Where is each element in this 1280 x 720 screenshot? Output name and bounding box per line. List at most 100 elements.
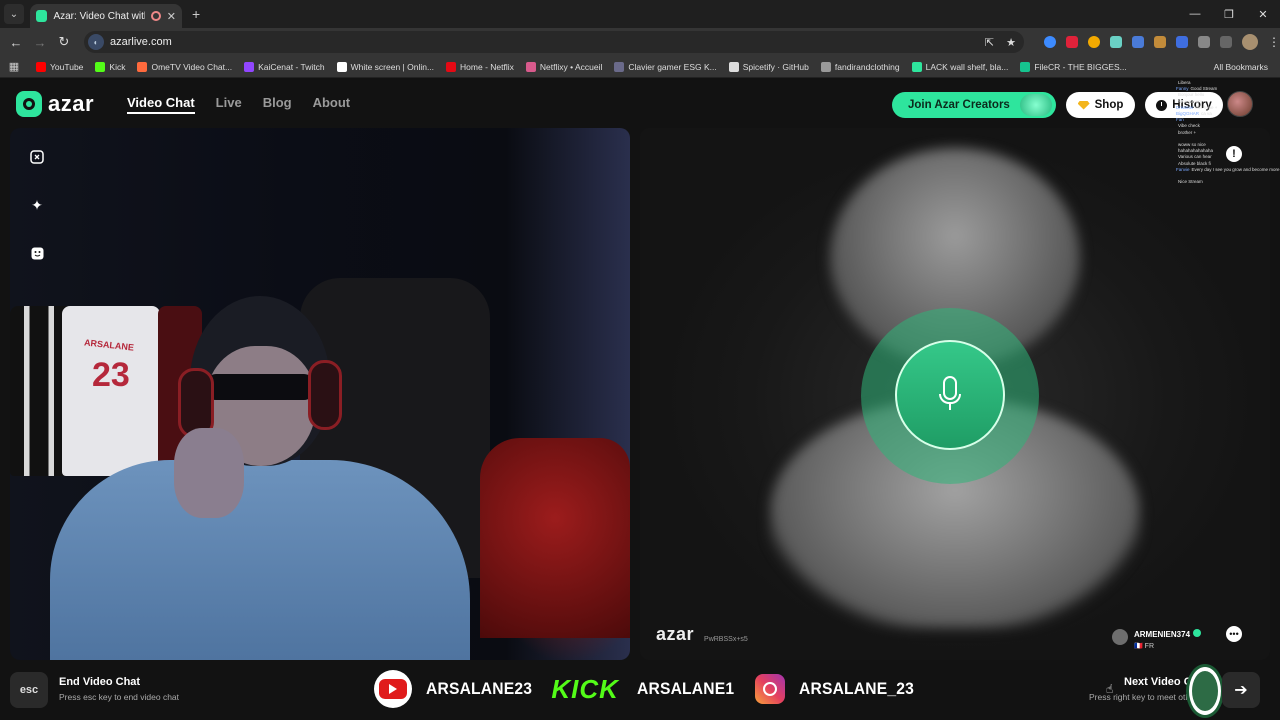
tab-search-icon[interactable]: ⌄ (4, 4, 24, 24)
end-chat-title: End Video Chat (59, 676, 141, 688)
translate-icon[interactable] (1132, 36, 1144, 48)
bookmark-item[interactable]: Netflixy • Accueil (525, 61, 603, 72)
bookmark-label: Netflixy • Accueil (539, 61, 603, 72)
bookmark-item[interactable]: Spicetify · GitHub (728, 61, 809, 72)
extensions-puzzle-icon[interactable] (1198, 36, 1210, 48)
back-arrow-icon[interactable]: ← (4, 35, 28, 50)
azar-site: azar Video Chat Live Blog About Join Aza… (0, 80, 1280, 720)
browser-tab-bar: ⌄ Azar: Video Chat with New ✕ + — ❐ ✕ (0, 0, 1280, 28)
bottom-control-bar: esc End Video Chat Press esc key to end … (0, 660, 1280, 720)
shop-button[interactable]: Shop (1066, 92, 1135, 118)
nav-blog[interactable]: Blog (263, 95, 292, 114)
bookmark-favicon-icon (614, 61, 625, 72)
join-creators-button[interactable]: Join Azar Creators (892, 92, 1056, 118)
bookmark-label: FileCR - THE BIGGES... (1034, 61, 1127, 72)
shop-label: Shop (1094, 99, 1124, 111)
bookmark-favicon-icon (728, 61, 739, 72)
watermark-logo: azar (656, 624, 695, 644)
profile-avatar[interactable] (1242, 34, 1258, 50)
peer-info[interactable]: ARMENIEN374 🇫🇷 FR (1112, 624, 1202, 650)
face-mask-icon[interactable] (28, 244, 46, 262)
bookmark-label: KaiCenat - Twitch (258, 61, 325, 72)
bookmark-favicon-icon (36, 61, 46, 72)
new-tab-button[interactable]: + (192, 6, 200, 22)
streamer-socials: ARSALANE23 KICK ARSALANE1 ARSALANE_23 (374, 670, 924, 708)
bookmark-item[interactable]: LACK wall shelf, bla... (911, 61, 1008, 72)
bookmark-favicon-icon (244, 61, 255, 72)
restore-icon[interactable]: ❐ (1212, 0, 1246, 28)
nav-live[interactable]: Live (216, 95, 242, 114)
extension-icon[interactable] (1066, 36, 1078, 48)
next-chat-button[interactable]: ➔ (1222, 672, 1260, 708)
youtube-icon (374, 670, 412, 708)
site-header: azar Video Chat Live Blog About Join Aza… (0, 80, 1280, 128)
stream-chat-message: Nice Stream (1178, 179, 1203, 185)
person-hoodie (50, 460, 470, 660)
bookmarks-bar: ▦ YouTube Kick OmeTV Video Chat... KaiCenat… (0, 56, 1280, 78)
nav-about[interactable]: About (313, 95, 351, 114)
kick-handle: ARSALANE1 (637, 679, 735, 698)
forward-arrow-icon[interactable]: → (28, 35, 52, 50)
azar-watermark: azar PwRBSSx+s5 (656, 624, 748, 645)
extension-icon[interactable] (1176, 36, 1188, 48)
bookmark-item[interactable]: KaiCenat - Twitch (244, 61, 325, 72)
microphone-icon (936, 376, 964, 414)
extension-icon[interactable] (1154, 36, 1166, 48)
bookmark-favicon-icon (1020, 61, 1031, 72)
nav-video-chat[interactable]: Video Chat (127, 95, 195, 114)
install-app-icon[interactable]: ⇱ (985, 36, 994, 49)
end-chat-button[interactable]: esc (10, 672, 48, 708)
bookmark-item[interactable]: White screen | Onlin... (336, 61, 435, 72)
sunglasses (206, 374, 314, 400)
red-blanket (480, 438, 630, 638)
bookmark-favicon-icon (336, 61, 347, 72)
bookmark-favicon-icon (911, 61, 922, 72)
apps-grid-icon[interactable]: ▦ (4, 60, 24, 73)
browser-menu-icon[interactable]: ⋮ (1268, 35, 1280, 49)
verified-icon (1193, 629, 1202, 637)
azar-logo[interactable]: azar (16, 91, 94, 117)
omnibox[interactable]: ◐ azarlive.com ⇱ ★ (84, 31, 1024, 53)
reload-icon[interactable]: ↻ (52, 34, 76, 50)
extension-icon[interactable] (1088, 36, 1100, 48)
person-hand (174, 428, 244, 518)
azar-chat-bubble-icon (16, 91, 42, 117)
microphone-button[interactable] (895, 340, 1005, 450)
close-window-icon[interactable]: ✕ (1246, 0, 1280, 28)
bookmark-favicon-icon (137, 61, 148, 72)
bookmark-label: Home - Netflix (460, 61, 514, 72)
collapse-icon[interactable] (28, 148, 46, 166)
close-tab-icon[interactable]: ✕ (167, 10, 176, 23)
extension-icon[interactable] (1044, 36, 1056, 48)
instagram-handle: ARSALANE_23 (799, 679, 915, 698)
peer-avatar-icon (1112, 629, 1128, 645)
bookmark-item[interactable]: fandirandclothing (820, 61, 900, 72)
bookmark-favicon-icon (525, 61, 536, 72)
all-bookmarks-link[interactable]: All Bookmarks (1214, 62, 1268, 72)
tab-title: Azar: Video Chat with New (53, 10, 145, 22)
bookmark-item[interactable]: YouTube (36, 61, 83, 72)
minimize-icon[interactable]: — (1178, 0, 1212, 28)
creators-decoration-icon (1020, 94, 1052, 116)
bookmark-favicon-icon (446, 61, 457, 72)
bookmark-item[interactable]: Kick (95, 61, 126, 72)
bookmark-item[interactable]: OmeTV Video Chat... (137, 61, 232, 72)
bookmark-label: White screen | Onlin... (350, 61, 435, 72)
peer-name: ARMENIEN374 (1134, 630, 1191, 639)
omnibox-actions: ⇱ ★ (985, 36, 1024, 49)
azar-favicon-icon (36, 10, 48, 22)
url-text[interactable]: azarlive.com (110, 36, 172, 48)
extension-icon[interactable] (1110, 36, 1122, 48)
chat-bubble-icon[interactable]: ••• (1226, 626, 1242, 642)
bookmark-item[interactable]: FileCR - THE BIGGES... (1020, 61, 1127, 72)
site-info-icon[interactable]: ◐ (88, 34, 104, 50)
downloads-icon[interactable] (1220, 36, 1232, 48)
browser-tab[interactable]: Azar: Video Chat with New ✕ (30, 4, 182, 28)
bookmark-item[interactable]: Clavier gamer ESG K... (614, 61, 717, 72)
bookmark-star-icon[interactable]: ★ (1006, 36, 1016, 49)
main-nav: Video Chat Live Blog About (127, 95, 350, 114)
session-id: PwRBSSx+s5 (704, 636, 748, 643)
bookmark-item[interactable]: Home - Netflix (446, 61, 514, 72)
bookmark-label: Kick (109, 61, 126, 72)
sparkle-effects-icon[interactable]: ✦ (28, 196, 46, 214)
